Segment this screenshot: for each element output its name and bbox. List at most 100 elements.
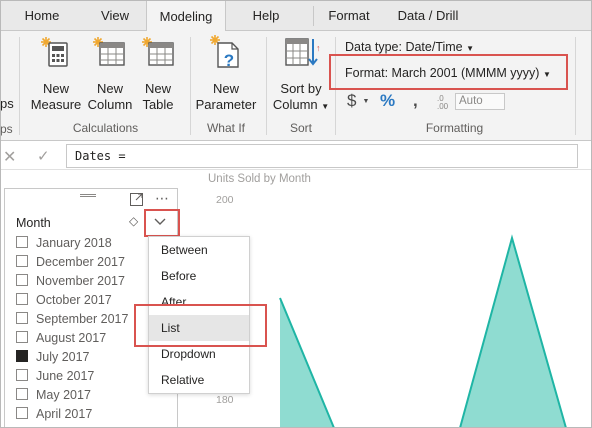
slicer-item-label: July 2017 [36, 350, 90, 364]
group-separator [575, 37, 576, 135]
new-column-icon [93, 37, 125, 66]
sort-by-column-line2: Column [272, 97, 318, 112]
formula-input[interactable]: Dates = [66, 144, 578, 168]
decimal-places-input[interactable]: Auto [455, 93, 505, 110]
new-measure-line1: New [42, 81, 69, 96]
slicer-item[interactable]: April 2017 [16, 407, 92, 421]
tab-separator [313, 6, 314, 26]
slicer-item-label: October 2017 [36, 293, 112, 307]
tab-data-drill[interactable]: Data / Drill [384, 0, 472, 31]
sort-by-column-line1: Sort by [280, 81, 322, 96]
partial-button-label[interactable]: ps [0, 96, 14, 111]
new-table-line1: New [144, 81, 171, 96]
currency-format-button[interactable]: $ ▼ [347, 91, 369, 111]
checkbox[interactable] [16, 312, 28, 324]
sort-by-column-button[interactable]: ↑ Sort by Column ▼ [270, 31, 332, 115]
svg-text:↑: ↑ [316, 43, 320, 53]
slicer-item-label: August 2017 [36, 331, 107, 345]
calculator-icon [41, 37, 68, 67]
group-label-sort: Sort [289, 121, 312, 135]
new-parameter-button[interactable]: ? New Parameter [193, 31, 259, 113]
menu-item-relative[interactable]: Relative [149, 367, 249, 393]
comma-format-button[interactable]: , [413, 91, 418, 111]
tab-help[interactable]: Help [240, 0, 292, 31]
more-options-icon[interactable]: ⋯ [155, 190, 170, 207]
slicer-item-label: April 2017 [36, 407, 93, 421]
checkbox[interactable] [16, 236, 28, 248]
new-measure-line2: Measure [30, 97, 82, 112]
focus-mode-icon[interactable] [130, 193, 143, 206]
sort-by-column-line2-row: Column ▼ [270, 97, 332, 115]
checkbox[interactable] [16, 407, 28, 419]
decimal-places-icon[interactable]: .0 .00 [436, 92, 452, 110]
new-parameter-line2: Parameter [195, 97, 257, 112]
currency-icon: $ [347, 91, 357, 110]
new-measure-button[interactable]: New Measure [28, 31, 84, 113]
slicer-item-label: December 2017 [36, 255, 125, 269]
data-type-dropdown[interactable]: Data type: Date/Time ▼ [345, 40, 474, 54]
group-label-calculations: Calculations [72, 121, 139, 135]
sort-by-column-icon: ↑ [285, 38, 320, 66]
group-label-what-if: What If [206, 121, 245, 135]
slicer-item[interactable]: June 2017 [16, 369, 94, 387]
new-column-button[interactable]: New Column [86, 31, 134, 113]
slicer-type-highlight-box [144, 209, 180, 237]
checkbox[interactable] [16, 388, 28, 400]
checkbox[interactable] [16, 255, 28, 267]
checkbox[interactable] [16, 331, 28, 343]
checkbox[interactable] [16, 369, 28, 381]
slicer-item[interactable]: July 2017 [16, 350, 90, 368]
slicer-item[interactable]: May 2017 [16, 388, 91, 406]
cancel-formula-icon[interactable]: ✕ [3, 147, 16, 167]
slicer-item-label: May 2017 [36, 388, 91, 402]
formula-bar: ✕ ✓ Dates = [0, 142, 592, 170]
slicer-header: Month [16, 216, 51, 230]
slicer-item[interactable]: September 2017 [16, 312, 128, 330]
percent-format-button[interactable]: % [380, 91, 395, 111]
comma-icon: , [413, 91, 418, 110]
area-peak-2 [460, 238, 566, 428]
slicer-item[interactable]: November 2017 [16, 274, 125, 292]
menu-item-between[interactable]: Between [149, 237, 249, 263]
tab-home[interactable]: Home [16, 0, 68, 31]
slicer-item[interactable]: December 2017 [16, 255, 125, 273]
drag-handle-icon[interactable] [80, 194, 96, 197]
svg-text:.00: .00 [437, 102, 449, 110]
slicer-item[interactable]: August 2017 [16, 331, 106, 349]
new-table-icon [142, 37, 174, 66]
slicer-item-label: January 2018 [36, 236, 112, 250]
partial-group-label: ps [0, 122, 13, 136]
tab-modeling[interactable]: Modeling [146, 0, 226, 32]
list-option-highlight-box [134, 304, 267, 347]
checkbox[interactable] [16, 293, 28, 305]
caret-down-icon: ▼ [321, 102, 330, 111]
checkbox[interactable] [16, 274, 28, 286]
slicer-item[interactable]: January 2018 [16, 236, 112, 254]
caret-down-icon: ▼ [362, 98, 370, 105]
group-separator [19, 37, 20, 135]
format-highlight-box [329, 54, 568, 90]
data-type-label: Data type: Date/Time [345, 40, 463, 54]
new-table-button[interactable]: New Table [137, 31, 179, 113]
commit-formula-icon[interactable]: ✓ [37, 147, 50, 165]
slicer-item[interactable]: October 2017 [16, 293, 112, 311]
tab-format[interactable]: Format [318, 0, 380, 31]
group-separator [266, 37, 267, 135]
percent-icon: % [380, 91, 396, 110]
checkbox-checked[interactable] [16, 350, 28, 362]
new-table-line2: Table [142, 97, 174, 112]
tab-view[interactable]: View [90, 0, 140, 31]
slicer-item-label: September 2017 [36, 312, 129, 326]
slicer-item-label: June 2017 [36, 369, 95, 383]
new-parameter-line1: New [212, 81, 239, 96]
group-separator [190, 37, 191, 135]
clear-selections-icon[interactable]: ◇ [129, 214, 138, 228]
new-column-line1: New [96, 81, 123, 96]
what-if-parameter-icon: ? [210, 35, 239, 69]
new-column-line2: Column [87, 97, 133, 112]
ribbon-tab-bar: Home View Modeling Help Format Data / Dr… [0, 0, 592, 32]
slicer-item-label: November 2017 [36, 274, 125, 288]
svg-text:?: ? [224, 51, 234, 69]
group-label-formatting: Formatting [425, 121, 484, 135]
menu-item-before[interactable]: Before [149, 263, 249, 289]
